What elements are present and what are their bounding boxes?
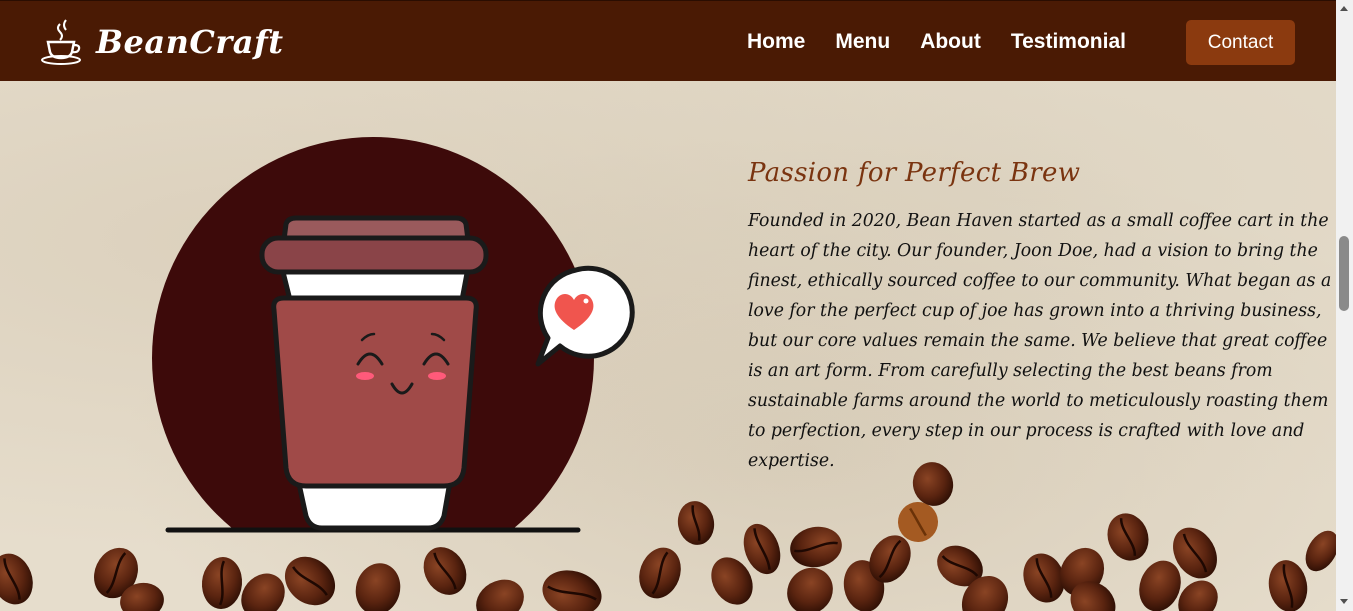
nav-testimonial[interactable]: Testimonial (1011, 30, 1126, 54)
nav-about[interactable]: About (920, 30, 981, 54)
main-nav: Home Menu About Testimonial (747, 1, 1156, 82)
page: Passion for Perfect Brew Founded in 2020… (0, 0, 1353, 611)
about-title: Passion for Perfect Brew (748, 158, 1081, 188)
vertical-scrollbar[interactable] (1336, 0, 1353, 611)
scroll-down-arrow-icon[interactable] (1340, 599, 1348, 604)
about-description: Founded in 2020, Bean Haven started as a… (748, 211, 1332, 471)
nav-home[interactable]: Home (747, 30, 805, 54)
contact-button[interactable]: Contact (1186, 20, 1295, 65)
brand-logo[interactable]: BeanCraft (40, 17, 284, 67)
coffee-cup-icon (41, 19, 81, 65)
brand-name: BeanCraft (96, 23, 284, 61)
nav-menu[interactable]: Menu (835, 30, 890, 54)
navbar: BeanCraft Home Menu About Testimonial Co… (0, 0, 1336, 81)
scroll-up-arrow-icon[interactable] (1340, 6, 1348, 11)
scrollbar-thumb[interactable] (1339, 236, 1349, 311)
heart-speech-bubble-icon (535, 265, 635, 367)
about-section: Passion for Perfect Brew Founded in 2020… (748, 158, 1336, 476)
smiling-coffee-cup-illustration (152, 137, 635, 533)
